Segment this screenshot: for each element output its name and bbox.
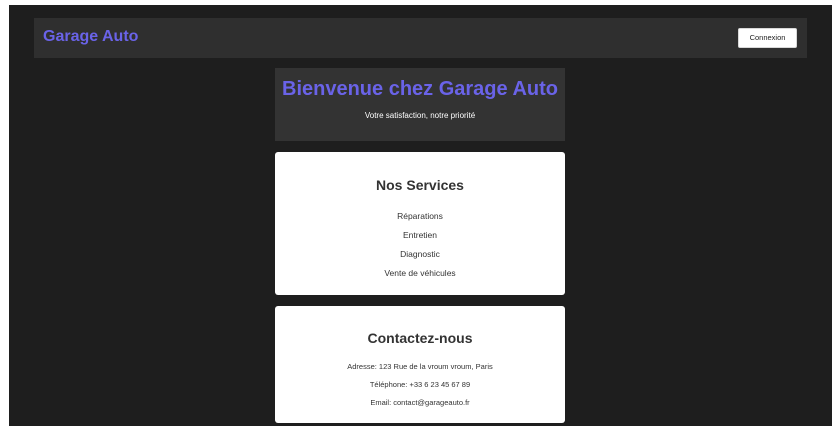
contact-address: Adresse: 123 Rue de la vroum vroum, Pari… xyxy=(347,362,493,371)
service-item-diagnostic: Diagnostic xyxy=(400,249,440,259)
page-viewport: Garage Auto Connexion Bienvenue chez Gar… xyxy=(9,5,832,426)
header-bar: Garage Auto Connexion xyxy=(34,18,807,58)
service-item-repairs: Réparations xyxy=(397,211,443,221)
contact-email: Email: contact@garageauto.fr xyxy=(370,398,470,407)
hero-subtitle: Votre satisfaction, notre priorité xyxy=(364,111,476,120)
login-button[interactable]: Connexion xyxy=(738,28,797,48)
services-list: Réparations Entretien Diagnostic Vente d… xyxy=(275,207,565,283)
service-item-vehicle-sales: Vente de véhicules xyxy=(384,268,456,278)
hero-title: Bienvenue chez Garage Auto xyxy=(282,78,558,100)
contact-card: Contactez-nous Adresse: 123 Rue de la vr… xyxy=(275,306,565,423)
services-title: Nos Services xyxy=(376,177,464,193)
hero-banner: Bienvenue chez Garage Auto Votre satisfa… xyxy=(275,68,565,141)
contact-title: Contactez-nous xyxy=(367,330,473,346)
contact-phone: Téléphone: +33 6 23 45 67 89 xyxy=(369,380,471,389)
service-item-maintenance: Entretien xyxy=(402,230,438,240)
site-logo[interactable]: Garage Auto xyxy=(43,28,138,46)
services-card: Nos Services Réparations Entretien Diagn… xyxy=(275,152,565,295)
contact-list: Adresse: 123 Rue de la vroum vroum, Pari… xyxy=(275,358,565,412)
